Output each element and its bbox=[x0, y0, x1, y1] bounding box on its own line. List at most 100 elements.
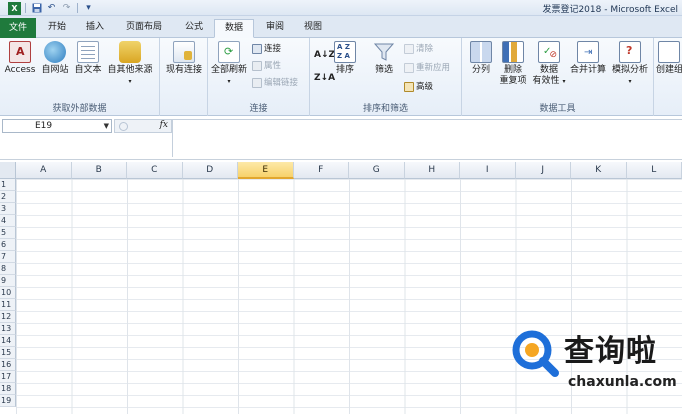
row-header-3[interactable]: 3 bbox=[0, 203, 16, 215]
group-get-external-data: A Access 自网站 自文本 自其他来源 ▾ 获取外部数据 bbox=[0, 38, 160, 116]
row-header-7[interactable]: 7 bbox=[0, 251, 16, 263]
dropdown-arrow-icon: ▾ bbox=[128, 78, 132, 85]
refresh-all-button[interactable]: ⟳ 全部刷新 ▾ bbox=[208, 41, 250, 87]
ribbon-data: A Access 自网站 自文本 自其他来源 ▾ 获取外部数据 现有连接 ⟳ 全… bbox=[0, 38, 682, 116]
column-header-f[interactable]: F bbox=[293, 162, 349, 179]
redo-icon[interactable]: ↷ bbox=[60, 2, 73, 15]
group-button[interactable]: 创建组 bbox=[656, 41, 682, 76]
row-header-14[interactable]: 14 bbox=[0, 335, 16, 347]
group-data-tools: 分列 删除 重复项 ✓ ⊘ 数据 有效性 ▾ ⇥ 合并计算 ? 模拟分析 ▾ 数… bbox=[462, 38, 654, 116]
remove-duplicates-label-1: 删除 bbox=[503, 65, 522, 75]
from-text-button[interactable]: 自文本 bbox=[72, 41, 104, 76]
globe-icon bbox=[44, 41, 66, 63]
column-header-d[interactable]: D bbox=[182, 162, 238, 179]
group-label-data-tools: 数据工具 bbox=[539, 104, 576, 114]
tab-home[interactable]: 开始 bbox=[40, 19, 74, 38]
quick-access-toolbar: X ↶ ↷ ▾ bbox=[8, 1, 95, 15]
sort-button[interactable]: A ZZ A 排序 bbox=[332, 41, 358, 76]
column-header-e[interactable]: E bbox=[238, 162, 294, 179]
insert-function-button[interactable]: fx bbox=[160, 120, 168, 130]
existing-connections-label: 现有连接 bbox=[165, 65, 202, 75]
text-to-columns-button[interactable]: 分列 bbox=[466, 41, 496, 76]
row-header-2[interactable]: 2 bbox=[0, 191, 16, 203]
data-validation-button[interactable]: ✓ ⊘ 数据 有效性 ▾ bbox=[530, 41, 568, 87]
access-icon: A bbox=[9, 41, 31, 63]
properties-button[interactable]: 属性 bbox=[252, 60, 281, 72]
filter-button[interactable]: 筛选 bbox=[368, 41, 400, 76]
chevron-down-icon[interactable]: ▼ bbox=[104, 120, 109, 132]
title-bar: X ↶ ↷ ▾ 发票登记2018 - Microsoft Excel bbox=[0, 0, 682, 16]
tab-file[interactable]: 文件 bbox=[0, 18, 36, 38]
group-sort-filter: A↓Z Z↓A A ZZ A 排序 筛选 清除 重新应用 高级 排序和筛选 bbox=[310, 38, 462, 116]
sort-label: 排序 bbox=[335, 65, 354, 75]
column-header-b[interactable]: B bbox=[71, 162, 127, 179]
edit-links-label: 编辑链接 bbox=[264, 78, 299, 88]
connections-button[interactable]: 连接 bbox=[252, 43, 281, 55]
reapply-button[interactable]: 重新应用 bbox=[404, 62, 450, 74]
what-if-analysis-button[interactable]: ? 模拟分析 ▾ bbox=[608, 41, 652, 87]
name-box-value: E19 bbox=[35, 121, 53, 131]
row-header-16[interactable]: 16 bbox=[0, 359, 16, 371]
tab-data[interactable]: 数据 bbox=[214, 19, 254, 38]
formula-controls: fx bbox=[114, 119, 172, 133]
magnifier-logo-icon bbox=[512, 330, 559, 377]
row-header-18[interactable]: 18 bbox=[0, 383, 16, 395]
excel-logo-icon: X bbox=[8, 1, 21, 15]
tab-review[interactable]: 审阅 bbox=[258, 19, 292, 38]
ribbon-tab-row: 文件 开始 插入 页面布局 公式 数据 审阅 视图 bbox=[0, 16, 682, 38]
formula-input[interactable] bbox=[172, 119, 682, 157]
row-header-15[interactable]: 15 bbox=[0, 347, 16, 359]
tab-formulas[interactable]: 公式 bbox=[176, 19, 212, 38]
row-header-1[interactable]: 1 bbox=[0, 179, 16, 191]
column-header-h[interactable]: H bbox=[404, 162, 460, 179]
tab-view[interactable]: 视图 bbox=[296, 19, 330, 38]
from-other-sources-label: 自其他来源 bbox=[107, 65, 153, 75]
tab-page-layout[interactable]: 页面布局 bbox=[116, 19, 172, 38]
save-icon[interactable] bbox=[30, 2, 43, 15]
access-button[interactable]: A Access bbox=[2, 41, 38, 76]
row-header-12[interactable]: 12 bbox=[0, 311, 16, 323]
qat-separator bbox=[77, 3, 78, 13]
row-header-19[interactable]: 19 bbox=[0, 395, 16, 407]
clear-filter-button[interactable]: 清除 bbox=[404, 43, 433, 55]
properties-icon bbox=[252, 61, 262, 71]
from-text-label: 自文本 bbox=[74, 65, 102, 75]
row-header-6[interactable]: 6 bbox=[0, 239, 16, 251]
customize-icon[interactable]: ▾ bbox=[82, 2, 95, 15]
undo-icon[interactable]: ↶ bbox=[45, 2, 58, 15]
from-web-button[interactable]: 自网站 bbox=[38, 41, 72, 76]
existing-connections-button[interactable]: 现有连接 bbox=[162, 41, 206, 76]
row-header-5[interactable]: 5 bbox=[0, 227, 16, 239]
column-header-c[interactable]: C bbox=[127, 162, 183, 179]
edit-links-button[interactable]: 编辑链接 bbox=[252, 77, 298, 89]
column-header-a[interactable]: A bbox=[16, 162, 72, 179]
column-header-g[interactable]: G bbox=[349, 162, 405, 179]
advanced-filter-button[interactable]: 高级 bbox=[404, 81, 433, 93]
expand-circle-icon bbox=[119, 122, 128, 131]
column-header-j[interactable]: J bbox=[515, 162, 571, 179]
row-header-8[interactable]: 8 bbox=[0, 263, 16, 275]
row-header-13[interactable]: 13 bbox=[0, 323, 16, 335]
select-all-corner[interactable] bbox=[0, 162, 16, 179]
window-title: 发票登记2018 - Microsoft Excel bbox=[542, 5, 678, 15]
remove-duplicates-button[interactable]: 删除 重复项 bbox=[496, 41, 530, 87]
filter-label: 筛选 bbox=[374, 65, 393, 75]
row-header-17[interactable]: 17 bbox=[0, 371, 16, 383]
from-other-sources-button[interactable]: 自其他来源 ▾ bbox=[104, 41, 156, 87]
consolidate-button[interactable]: ⇥ 合并计算 bbox=[566, 41, 610, 76]
column-header-i[interactable]: I bbox=[460, 162, 516, 179]
clear-filter-label: 清除 bbox=[416, 44, 434, 54]
data-validation-icon: ✓ ⊘ bbox=[538, 41, 560, 63]
row-header-4[interactable]: 4 bbox=[0, 215, 16, 227]
row-header-9[interactable]: 9 bbox=[0, 275, 16, 287]
dropdown-arrow-icon: ▾ bbox=[628, 78, 632, 85]
name-box[interactable]: E19 ▼ bbox=[2, 119, 112, 133]
tab-insert[interactable]: 插入 bbox=[78, 19, 112, 38]
remove-duplicates-icon bbox=[502, 41, 524, 63]
column-header-k[interactable]: K bbox=[571, 162, 627, 179]
row-header-10[interactable]: 10 bbox=[0, 287, 16, 299]
group-outline: 创建组 bbox=[654, 38, 682, 116]
row-header-11[interactable]: 11 bbox=[0, 299, 16, 311]
column-header-l[interactable]: L bbox=[626, 162, 682, 179]
data-validation-label-2: 有效性 bbox=[532, 76, 560, 86]
